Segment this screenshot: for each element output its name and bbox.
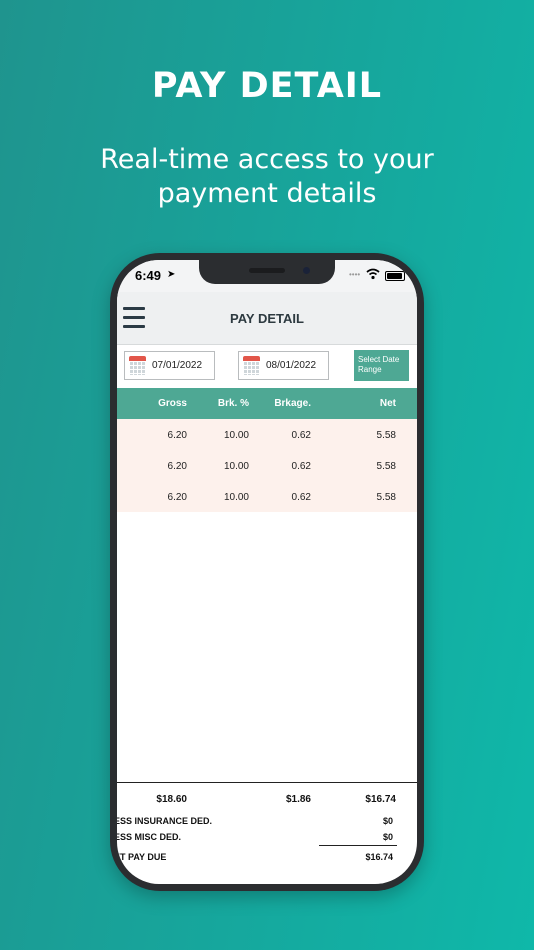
speaker-grille [249,268,285,273]
cell-gross: 6.20 [167,430,187,441]
cell-brk-percent: 10.00 [223,492,249,503]
cell-brkage: 0.62 [291,461,311,472]
start-date-value: 07/01/2022 [152,360,203,371]
table-header: Gross Brk. % Brkage. Net [117,388,417,419]
table-body: 6.20 10.00 0.62 5.58 6.20 10.00 0.62 5.5… [117,419,417,512]
total-net: $16.74 [365,794,396,805]
cell-brk-percent: 10.00 [223,461,249,472]
cell-brkage: 0.62 [291,492,311,503]
battery-icon [385,271,405,281]
deduction-value: $0 [382,832,393,842]
app-header: PAY DETAIL [117,292,417,345]
table-row[interactable]: 6.20 10.00 0.62 5.58 [117,481,417,512]
net-pay-value: $16.74 [365,852,393,862]
column-header-brk-percent: Brk. % [217,398,249,409]
start-date-field[interactable]: 07/01/2022 [124,351,215,380]
location-arrow-icon: ➤ [167,269,176,280]
net-pay-divider [319,845,397,846]
promo-title: PAY DETAIL [151,66,383,106]
promo-subtitle: Real-time access to your payment details [100,144,434,209]
column-header-gross: Gross [158,398,187,409]
cell-net: 5.58 [376,461,396,472]
table-row[interactable]: 6.20 10.00 0.62 5.58 [117,419,417,450]
deduction-label: ESS MISC DED. [117,832,182,842]
page-title: PAY DETAIL [230,311,304,326]
end-date-field[interactable]: 08/01/2022 [238,351,329,380]
select-date-range-button[interactable]: Select Date Range [354,350,409,381]
calendar-icon[interactable] [129,356,146,375]
cell-net: 5.58 [376,492,396,503]
column-header-brkage: Brkage. [274,398,311,409]
wifi-icon [366,268,380,280]
column-header-net: Net [379,398,396,409]
cell-brkage: 0.62 [291,430,311,441]
calendar-icon[interactable] [243,356,260,375]
table-row[interactable]: 6.20 10.00 0.62 5.58 [117,450,417,481]
net-pay-label: ET PAY DUE [117,852,167,862]
status-time: 6:49 [135,268,162,283]
total-gross: $18.60 [156,794,187,805]
cell-brk-percent: 10.00 [223,430,249,441]
phone-notch [199,260,335,284]
totals-row: $18.60 $1.86 $16.74 [117,794,417,808]
cell-gross: 6.20 [167,492,187,503]
front-camera [303,267,310,274]
cell-gross: 6.20 [167,461,187,472]
cellular-signal-icon: •••• [349,270,361,279]
phone-screen: 6:49 ➤ •••• PAY DETAIL 07/01/2022 08/01/… [117,260,417,884]
cell-net: 5.58 [376,430,396,441]
deduction-label: ESS INSURANCE DED. [117,816,213,826]
total-brkage: $1.86 [285,794,311,805]
totals-divider [117,782,417,783]
end-date-value: 08/01/2022 [266,360,317,371]
deduction-value: $0 [382,816,393,826]
